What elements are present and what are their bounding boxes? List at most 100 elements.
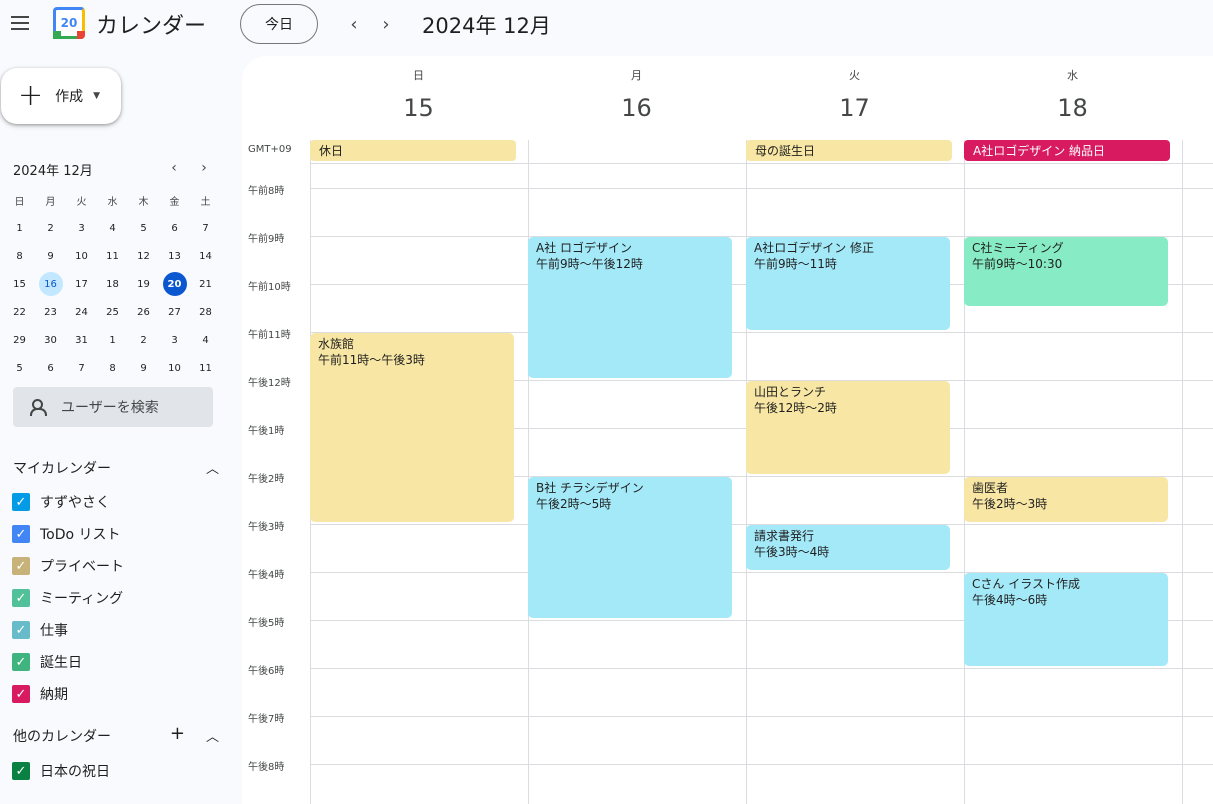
mini-day[interactable]: 8	[97, 354, 128, 382]
mini-day[interactable]: 13	[159, 242, 190, 270]
calendar-event[interactable]: A社ロゴデザイン 修正 午前9時～11時	[746, 237, 950, 330]
mini-day[interactable]: 22	[4, 298, 35, 326]
checkbox-checked-icon[interactable]: ✓	[12, 525, 30, 543]
mini-day[interactable]: 11	[190, 354, 221, 382]
checkbox-checked-icon[interactable]: ✓	[12, 493, 30, 511]
day-number[interactable]: 18	[964, 94, 1181, 122]
mini-day[interactable]: 1	[4, 214, 35, 242]
checkbox-checked-icon[interactable]: ✓	[12, 557, 30, 575]
mini-prev-month-icon[interactable]: ‹	[164, 158, 184, 178]
next-period-icon[interactable]: ›	[374, 10, 398, 38]
calendar-event[interactable]: B社 チラシデザイン 午後2時～5時	[528, 477, 732, 618]
checkbox-checked-icon[interactable]: ✓	[12, 685, 30, 703]
all-day-event[interactable]: A社ロゴデザイン 納品日	[964, 140, 1170, 161]
mini-day[interactable]: 9	[128, 354, 159, 382]
mini-day-number: 30	[44, 334, 57, 346]
mini-day[interactable]: 15	[4, 270, 35, 298]
other-calendars-header[interactable]: 他のカレンダー + ︿	[13, 723, 219, 746]
mini-day[interactable]: 31	[66, 326, 97, 354]
search-users-button[interactable]: ユーザーを検索	[13, 387, 213, 427]
mini-day[interactable]: 21	[190, 270, 221, 298]
chevron-up-icon[interactable]: ︿	[206, 726, 219, 745]
mini-day[interactable]: 11	[97, 242, 128, 270]
mini-day[interactable]: 4	[190, 326, 221, 354]
checkbox-checked-icon[interactable]: ✓	[12, 621, 30, 639]
calendar-list-item[interactable]: ✓ ToDo リスト	[12, 522, 121, 546]
my-calendars-header[interactable]: マイカレンダー ︿	[13, 458, 219, 478]
calendar-event[interactable]: 山田とランチ 午後12時～2時	[746, 381, 950, 474]
mini-day-number: 31	[75, 334, 88, 346]
mini-day-number: 24	[75, 306, 88, 318]
day-number[interactable]: 15	[310, 94, 527, 122]
mini-day[interactable]: 28	[190, 298, 221, 326]
mini-day[interactable]: 3	[66, 214, 97, 242]
mini-day[interactable]: 3	[159, 326, 190, 354]
mini-day[interactable]: 24	[66, 298, 97, 326]
mini-day[interactable]: 17	[66, 270, 97, 298]
chevron-up-icon[interactable]: ︿	[206, 458, 219, 477]
mini-day[interactable]: 2	[35, 214, 66, 242]
calendar-event[interactable]: 歯医者 午後2時～3時	[964, 477, 1168, 522]
mini-day[interactable]: 6	[159, 214, 190, 242]
calendar-event[interactable]: C社ミーティング 午前9時～10:30	[964, 237, 1168, 306]
calendar-list-label: 日本の祝日	[40, 764, 110, 780]
mini-day[interactable]: 25	[97, 298, 128, 326]
mini-day[interactable]: 27	[159, 298, 190, 326]
mini-day[interactable]: 12	[128, 242, 159, 270]
all-day-event[interactable]: 休日	[310, 140, 516, 161]
mini-day[interactable]: 4	[97, 214, 128, 242]
mini-day[interactable]: 14	[190, 242, 221, 270]
calendar-list-item[interactable]: ✓ 誕生日	[12, 650, 82, 674]
calendar-logo-icon[interactable]: 20	[53, 7, 85, 39]
mini-day[interactable]: 19	[128, 270, 159, 298]
mini-day[interactable]: 8	[4, 242, 35, 270]
mini-day[interactable]: 30	[35, 326, 66, 354]
mini-day[interactable]: 5	[4, 354, 35, 382]
mini-day[interactable]: 2	[128, 326, 159, 354]
mini-day[interactable]: 10	[159, 354, 190, 382]
calendar-event[interactable]: A社 ロゴデザイン 午前9時～午後12時	[528, 237, 732, 378]
mini-next-month-icon[interactable]: ›	[194, 158, 214, 178]
calendar-list-item[interactable]: ✓ すずやさく	[12, 490, 110, 514]
day-number[interactable]: 17	[746, 94, 963, 122]
mini-day-number: 4	[202, 334, 209, 346]
calendar-list-item[interactable]: ✓ ミーティング	[12, 586, 123, 610]
mini-day-number: 11	[199, 362, 212, 374]
calendar-event[interactable]: 請求書発行 午後3時～4時	[746, 525, 950, 570]
mini-day-number: 7	[202, 222, 209, 234]
all-day-event[interactable]: 母の誕生日	[746, 140, 952, 161]
mini-day-number: 4	[109, 222, 116, 234]
mini-day[interactable]: 10	[66, 242, 97, 270]
main-menu-icon[interactable]	[8, 9, 34, 37]
calendar-event[interactable]: 水族館 午前11時～午後3時	[310, 333, 514, 522]
mini-day[interactable]: 26	[128, 298, 159, 326]
mini-day[interactable]: 1	[97, 326, 128, 354]
mini-day[interactable]: 29	[4, 326, 35, 354]
calendar-list-item[interactable]: ✓ プライベート	[12, 554, 124, 578]
calendar-list-item[interactable]: ✓ 日本の祝日	[12, 759, 110, 783]
calendar-list-item[interactable]: ✓ 納期	[12, 682, 68, 706]
today-button[interactable]: 今日	[240, 4, 318, 44]
previous-period-icon[interactable]: ‹	[342, 10, 366, 38]
hour-label: 午後1時	[248, 426, 285, 437]
mini-day[interactable]: 9	[35, 242, 66, 270]
mini-calendar-grid: 日月火水木金土 1 2 3 4 5 6 7 8 9 10 11 12 13 14 15 16 17 18 19 20 21…	[4, 186, 222, 382]
mini-day[interactable]: 23	[35, 298, 66, 326]
mini-day[interactable]: 20	[159, 270, 190, 298]
checkbox-checked-icon[interactable]: ✓	[12, 653, 30, 671]
day-number[interactable]: 16	[528, 94, 745, 122]
checkbox-checked-icon[interactable]: ✓	[12, 589, 30, 607]
mini-day[interactable]: 6	[35, 354, 66, 382]
mini-day[interactable]: 7	[66, 354, 97, 382]
calendar-event[interactable]: Cさん イラスト作成 午後4時～6時	[964, 573, 1168, 666]
mini-day-number: 16	[38, 272, 63, 296]
mini-day[interactable]: 7	[190, 214, 221, 242]
add-calendar-icon[interactable]: +	[170, 723, 185, 744]
mini-day[interactable]: 5	[128, 214, 159, 242]
mini-day[interactable]: 18	[97, 270, 128, 298]
calendar-list-label: すずやさく	[40, 495, 110, 511]
create-button[interactable]: + 作成 ▼	[1, 68, 121, 124]
checkbox-checked-icon[interactable]: ✓	[12, 762, 30, 780]
calendar-list-item[interactable]: ✓ 仕事	[12, 618, 68, 642]
mini-day[interactable]: 16	[35, 270, 66, 298]
